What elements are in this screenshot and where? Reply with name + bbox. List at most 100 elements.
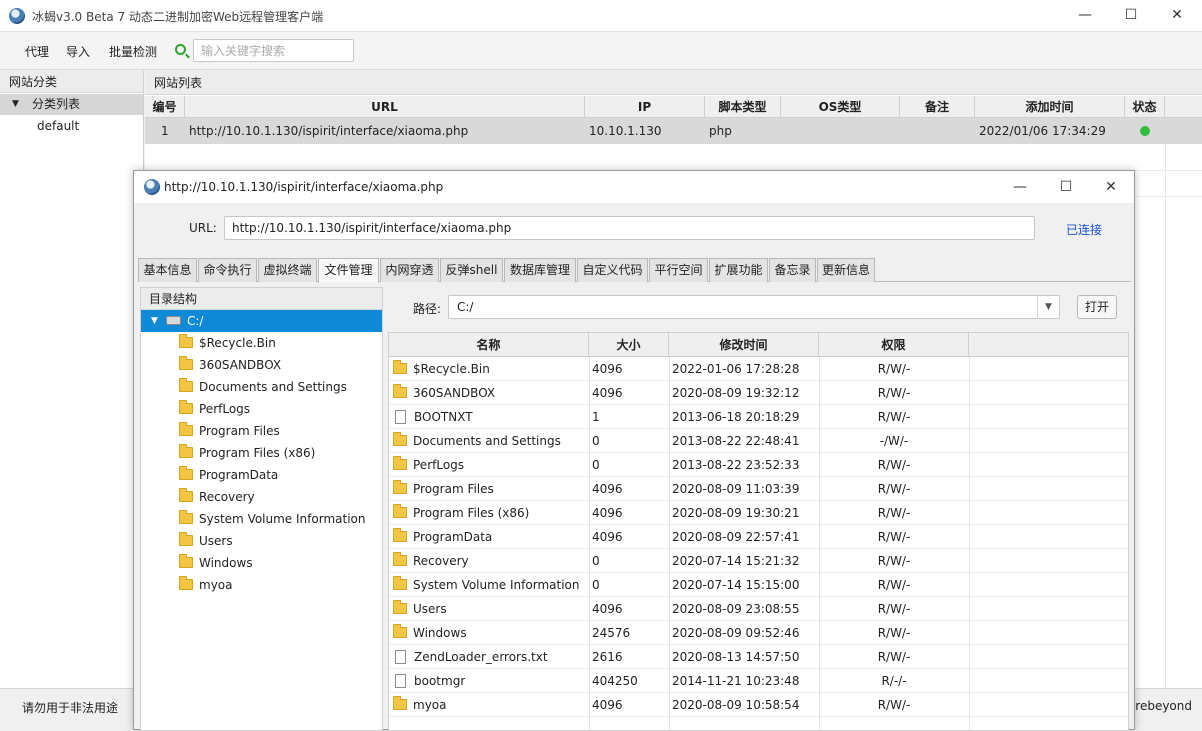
file-row[interactable]: System Volume Information 0 2020-07-14 15:… (389, 573, 1128, 597)
file-cell-modified: 2013-08-22 23:52:33 (672, 458, 800, 472)
file-name-label: 360SANDBOX (413, 386, 496, 400)
tab-basic-info[interactable]: 基本信息 (138, 258, 197, 282)
tab-update-info[interactable]: 更新信息 (817, 258, 875, 282)
tree-item[interactable]: ProgramData (179, 464, 278, 486)
tab-custom-code[interactable]: 自定义代码 (577, 258, 648, 282)
file-row[interactable]: BOOTNXT 1 2013-06-18 20:18:29 R/W/- (389, 405, 1128, 429)
tree-item[interactable]: PerfLogs (179, 398, 250, 420)
file-cell-name: System Volume Information (393, 573, 579, 597)
file-row[interactable]: Program Files 4096 2020-08-09 11:03:39 R/W/… (389, 477, 1128, 501)
column-header-size[interactable]: 大小 (589, 333, 669, 357)
tree-item[interactable]: $Recycle.Bin (179, 332, 276, 354)
menu-proxy[interactable]: 代理 (25, 43, 49, 60)
tab-parallel-space[interactable]: 平行空间 (649, 258, 708, 282)
file-name-label: System Volume Information (413, 578, 580, 592)
path-combobox[interactable]: C:/ ▼ (448, 295, 1060, 319)
file-row[interactable]: Program Files (x86) 4096 2020-08-09 19:30:… (389, 501, 1128, 525)
category-root-item[interactable]: ▼ 分类列表 (0, 94, 143, 115)
tree-item[interactable]: Documents and Settings (179, 376, 347, 398)
tree-item[interactable]: myoa (179, 574, 233, 596)
file-row[interactable]: Recovery 0 2020-07-14 15:21:32 R/W/- (389, 549, 1128, 573)
file-name-label: myoa (413, 698, 447, 712)
site-row[interactable]: 1 http://10.10.1.130/ispirit/interface/x… (145, 118, 1202, 144)
file-row[interactable]: bootmgr 404250 2014-11-21 10:23:48 R/-/- (389, 669, 1128, 693)
tree-root-label: C:/ (187, 314, 204, 328)
folder-icon (179, 378, 193, 392)
column-header-status[interactable]: 状态 (1125, 96, 1165, 118)
minimize-button[interactable]: — (1062, 0, 1108, 30)
open-button[interactable]: 打开 (1077, 295, 1117, 319)
tree-item[interactable]: Program Files (x86) (179, 442, 315, 464)
tree-item[interactable]: Program Files (179, 420, 280, 442)
tab-file-manager[interactable]: 文件管理 (318, 258, 379, 283)
main-window-title: 冰蝎v3.0 Beta 7 动态二进制加密Web远程管理客户端 (32, 10, 324, 24)
column-header-note[interactable]: 备注 (900, 96, 975, 118)
category-item-default[interactable]: default (37, 119, 79, 133)
tab-extensions[interactable]: 扩展功能 (709, 258, 768, 282)
file-row[interactable]: Users 4096 2020-08-09 23:08:55 R/W/- (389, 597, 1128, 621)
file-cell-modified: 2020-08-09 23:08:55 (672, 602, 800, 616)
tree-root-drive[interactable]: ▼ C:/ (141, 310, 382, 332)
file-row[interactable]: Documents and Settings 0 2013-08-22 22:48:… (389, 429, 1128, 453)
column-header-modified[interactable]: 修改时间 (669, 333, 819, 357)
column-header-ip[interactable]: IP (585, 96, 705, 118)
tree-item-label: Users (199, 534, 233, 548)
app-logo-icon (9, 8, 25, 24)
close-button[interactable]: ✕ (1154, 0, 1200, 30)
file-row[interactable]: ZendLoader_errors.txt 2616 2020-08-13 14:5… (389, 645, 1128, 669)
file-row[interactable]: $Recycle.Bin 4096 2022-01-06 17:28:28 R/W/- (389, 357, 1128, 381)
tree-item[interactable]: 360SANDBOX (179, 354, 281, 376)
column-header-id[interactable]: 编号 (145, 96, 185, 118)
file-cell-permission: R/W/- (877, 530, 911, 544)
column-header-os-type[interactable]: OS类型 (781, 96, 900, 118)
url-field[interactable]: http://10.10.1.130/ispirit/interface/xia… (224, 216, 1035, 240)
folder-icon (179, 356, 193, 370)
tree-item[interactable]: Recovery (179, 486, 255, 508)
folder-icon (179, 488, 193, 502)
folder-icon (179, 334, 193, 348)
folder-icon (393, 432, 407, 446)
file-cell-size: 4096 (592, 482, 623, 496)
file-row[interactable]: PerfLogs 0 2013-08-22 23:52:33 R/W/- (389, 453, 1128, 477)
file-row[interactable]: myoa 4096 2020-08-09 10:58:54 R/W/- (389, 693, 1128, 717)
shell-close-button[interactable]: ✕ (1088, 172, 1134, 202)
online-status-icon (1140, 126, 1150, 136)
shell-maximize-button[interactable]: ☐ (1043, 172, 1089, 202)
file-name-label: PerfLogs (413, 458, 465, 472)
search-icon[interactable] (175, 44, 186, 55)
folder-icon (179, 400, 193, 414)
file-cell-size: 4096 (592, 362, 623, 376)
directory-tree-panel: 目录结构 ▼ C:/ $Recycle.Bin 360SANDBOX Docum… (140, 287, 383, 731)
tree-item[interactable]: Users (179, 530, 233, 552)
dropdown-arrow-icon[interactable]: ▼ (1037, 296, 1059, 318)
tab-memo[interactable]: 备忘录 (769, 258, 816, 282)
tree-item[interactable]: System Volume Information (179, 508, 365, 530)
folder-icon (393, 504, 407, 518)
menu-batch-check[interactable]: 批量检测 (109, 43, 157, 60)
tree-item[interactable]: Windows (179, 552, 253, 574)
tab-command-exec[interactable]: 命令执行 (198, 258, 257, 282)
search-input[interactable] (193, 39, 354, 62)
column-header-name[interactable]: 名称 (389, 333, 589, 357)
file-row[interactable]: 360SANDBOX 4096 2020-08-09 19:32:12 R/W/- (389, 381, 1128, 405)
tree-item-label: Recovery (199, 490, 255, 504)
tab-virtual-terminal[interactable]: 虚拟终端 (258, 258, 317, 282)
shell-minimize-button[interactable]: — (997, 172, 1043, 202)
column-header-script-type[interactable]: 脚本类型 (705, 96, 781, 118)
file-row[interactable]: ProgramData 4096 2020-08-09 22:57:41 R/W/- (389, 525, 1128, 549)
expand-triangle-icon[interactable]: ▼ (151, 310, 158, 332)
tab-intranet-tunnel[interactable]: 内网穿透 (380, 258, 439, 282)
file-row[interactable]: Windows 24576 2020-08-09 09:52:46 R/W/- (389, 621, 1128, 645)
directory-tree-header: 目录结构 (141, 288, 382, 310)
menu-import[interactable]: 导入 (66, 43, 90, 60)
column-header-permission[interactable]: 权限 (819, 333, 969, 357)
tab-reverse-shell[interactable]: 反弹shell (440, 258, 503, 282)
file-name-label: ProgramData (413, 530, 493, 544)
file-cell-modified: 2013-06-18 20:18:29 (672, 410, 800, 424)
tab-database-manager[interactable]: 数据库管理 (504, 258, 576, 282)
column-header-url[interactable]: URL (185, 96, 585, 118)
column-header-added-time[interactable]: 添加时间 (975, 96, 1125, 118)
expand-triangle-icon[interactable]: ▼ (12, 94, 19, 115)
maximize-button[interactable]: ☐ (1108, 0, 1154, 30)
url-label: URL: (189, 221, 217, 235)
